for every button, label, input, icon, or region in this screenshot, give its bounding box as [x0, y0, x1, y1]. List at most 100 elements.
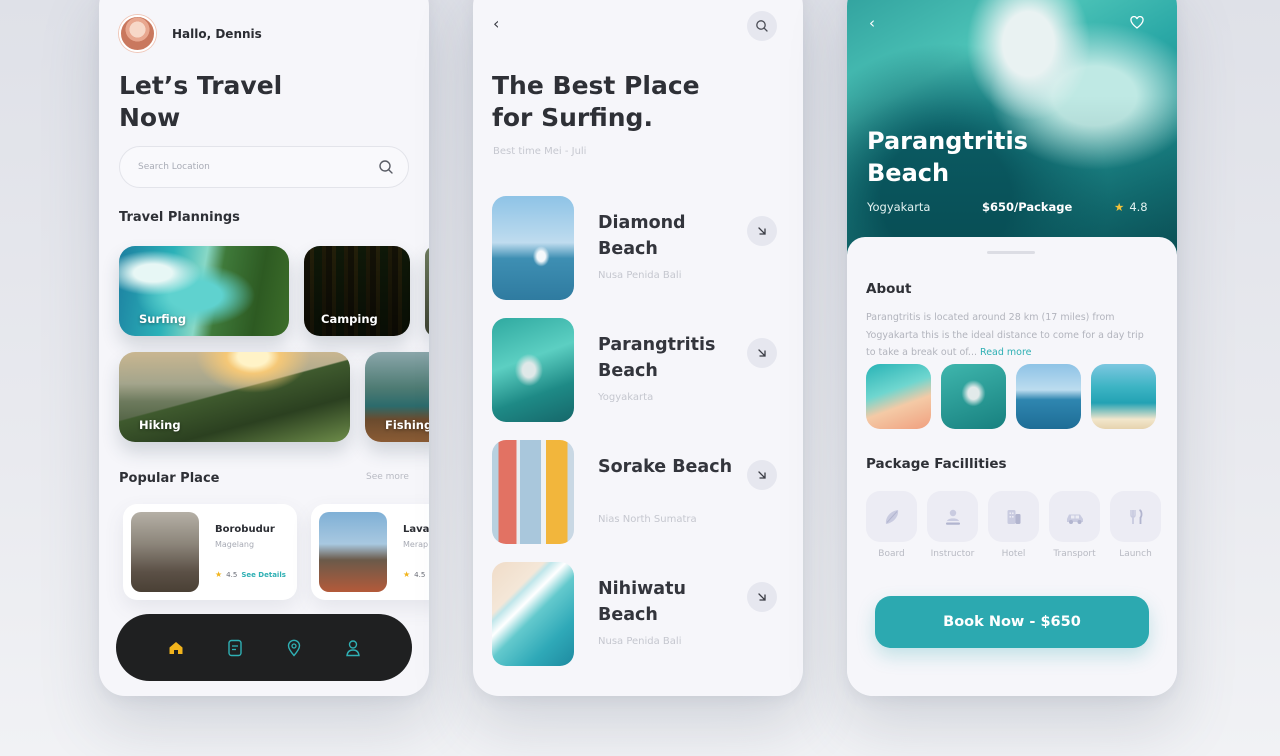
search-icon: [756, 20, 768, 32]
location-pin-icon[interactable]: [282, 636, 306, 660]
beach-image: [492, 318, 574, 422]
place-rating: 4.5: [226, 570, 238, 579]
list-item-diamond-beach[interactable]: Diamond Beach Nusa Penida Bali: [492, 196, 782, 300]
gallery-thumbnail[interactable]: [1016, 364, 1081, 429]
facility-instructor[interactable]: Instructor: [927, 491, 978, 559]
search-bar[interactable]: [119, 146, 409, 188]
car-icon: [1049, 491, 1100, 542]
arrow-down-right-icon: [758, 227, 766, 235]
arrow-down-right-icon: [758, 349, 766, 357]
popular-card-borobudur[interactable]: Borobudur Magelang ★ 4.5 See Details: [123, 504, 297, 600]
place-name: Lava: [403, 524, 429, 535]
open-arrow-button[interactable]: [747, 338, 777, 368]
beach-name: Diamond Beach: [598, 213, 686, 259]
beach-location: Nusa Penida Bali: [598, 636, 682, 647]
open-arrow-button[interactable]: [747, 460, 777, 490]
place-meta: ★ 4.5: [403, 570, 425, 579]
facilities-heading: Package Facillities: [866, 456, 1007, 472]
star-icon: ★: [1114, 200, 1125, 214]
avatar[interactable]: [119, 15, 156, 52]
facilities-list: Board Instructor Hotel Transport Launch: [866, 491, 1161, 559]
surfing-list-screen: ‹ The Best Place for Surfing. Best time …: [473, 0, 803, 696]
gallery-thumbnail[interactable]: [866, 364, 931, 429]
arrow-down-right-icon: [758, 471, 766, 479]
beach-name: Sorake Beach: [598, 457, 733, 477]
beach-name: Nihiwatu Beach: [598, 579, 686, 625]
list-item-parangtritis-beach[interactable]: Parangtritis Beach Yogyakarta: [492, 318, 782, 422]
category-card-hiking[interactable]: Hiking: [119, 352, 350, 442]
drag-handle[interactable]: [987, 251, 1035, 254]
place-rating: 4.5: [414, 570, 426, 579]
category-card-more[interactable]: [425, 246, 429, 336]
book-now-button[interactable]: Book Now - $650: [875, 596, 1149, 648]
category-card-fishing[interactable]: Fishing: [365, 352, 429, 442]
facility-hotel[interactable]: Hotel: [988, 491, 1039, 559]
category-label: Camping: [321, 312, 378, 326]
category-card-surfing[interactable]: Surfing: [119, 246, 289, 336]
popular-card-lava[interactable]: Lava Merap ★ 4.5: [311, 504, 429, 600]
open-arrow-button[interactable]: [747, 582, 777, 612]
greeting-row: Hallo, Dennis: [119, 15, 262, 52]
place-rating: ★ 4.8: [1114, 200, 1148, 214]
search-input[interactable]: [138, 162, 378, 172]
home-icon[interactable]: [164, 636, 188, 660]
user-icon[interactable]: [341, 636, 365, 660]
category-label: Fishing: [385, 418, 429, 432]
facility-label: Launch: [1119, 549, 1152, 559]
best-time-subtitle: Best time Mei - Juli: [493, 146, 587, 157]
rating-value: 4.8: [1129, 200, 1148, 214]
beach-name: Parangtritis Beach: [598, 335, 716, 381]
page-title: The Best Place for Surfing.: [492, 71, 700, 132]
gallery-thumbnail[interactable]: [941, 364, 1006, 429]
search-button[interactable]: [747, 11, 777, 41]
back-arrow-icon[interactable]: ‹: [869, 14, 875, 32]
place-title: Parangtritis Beach: [867, 127, 1028, 187]
detail-sheet: About Parangtritis is located around 28 …: [847, 237, 1177, 696]
star-icon: ★: [215, 570, 223, 579]
facility-launch[interactable]: Launch: [1110, 491, 1161, 559]
list-item-sorake-beach[interactable]: Sorake Beach Nias North Sumatra: [492, 440, 782, 544]
facility-transport[interactable]: Transport: [1049, 491, 1100, 559]
place-location: Magelang: [215, 540, 255, 549]
category-label: Hiking: [139, 418, 181, 432]
facility-label: Instructor: [930, 549, 975, 559]
about-text: Parangtritis is located around 28 km (17…: [866, 309, 1156, 362]
section-travel-plannings: Travel Plannings: [119, 210, 240, 225]
facility-label: Hotel: [1001, 549, 1026, 559]
arrow-down-right-icon: [758, 593, 766, 601]
back-arrow-icon[interactable]: ‹: [493, 14, 499, 33]
see-details-link[interactable]: See Details: [241, 571, 286, 579]
gallery-thumbnail[interactable]: [1091, 364, 1156, 429]
page-title: Let’s Travel Now: [119, 71, 283, 132]
category-card-camping[interactable]: Camping: [304, 246, 410, 336]
instructor-icon: [927, 491, 978, 542]
place-name: Borobudur: [215, 524, 275, 535]
gallery: [866, 364, 1156, 429]
surfboard-icon: [866, 491, 917, 542]
search-icon[interactable]: [378, 159, 394, 175]
beach-image: [492, 562, 574, 666]
place-meta: ★ 4.5 See Details: [215, 570, 286, 579]
facility-label: Transport: [1053, 549, 1096, 559]
greeting-text: Hallo, Dennis: [172, 26, 262, 41]
star-icon: ★: [403, 570, 411, 579]
section-popular-place: Popular Place: [119, 471, 220, 486]
list-item-nihiwatu-beach[interactable]: Nihiwatu Beach Nusa Penida Bali: [492, 562, 782, 666]
facility-label: Board: [878, 549, 905, 559]
hotel-icon: [988, 491, 1039, 542]
place-location: Merap: [403, 540, 429, 549]
beach-image: [492, 196, 574, 300]
open-arrow-button[interactable]: [747, 216, 777, 246]
about-heading: About: [866, 281, 912, 297]
read-more-link[interactable]: Read more: [980, 347, 1032, 358]
heart-icon[interactable]: [1130, 16, 1144, 29]
see-more-link[interactable]: See more: [366, 472, 409, 482]
facility-board[interactable]: Board: [866, 491, 917, 559]
package-price: $650/Package: [982, 200, 1073, 214]
place-image: [131, 512, 199, 592]
document-icon[interactable]: [223, 636, 247, 660]
beach-detail-screen: ‹ Parangtritis Beach Yogyakarta $650/Pac…: [847, 0, 1177, 696]
category-label: Surfing: [139, 312, 187, 326]
place-location: Yogyakarta: [867, 200, 931, 214]
bottom-nav-bar: [116, 614, 412, 681]
